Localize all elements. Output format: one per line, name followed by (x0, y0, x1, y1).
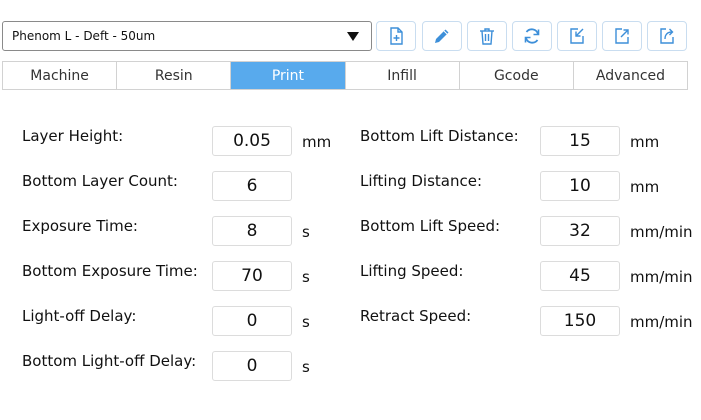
bottom-exposure-time-unit: s (302, 268, 310, 286)
bottom-lift-speed-unit: mm/min (630, 223, 693, 241)
profile-select-value: Phenom L - Deft - 50um (12, 29, 156, 43)
tab-print[interactable]: Print (231, 62, 346, 89)
retract-speed-unit: mm/min (630, 313, 693, 331)
lifting-speed-unit: mm/min (630, 268, 693, 286)
profile-select[interactable]: Phenom L - Deft - 50um (2, 21, 372, 51)
bottom-lift-distance-label: Bottom Lift Distance: (360, 127, 519, 145)
lifting-speed-input[interactable] (540, 261, 620, 291)
export-icon (615, 28, 629, 44)
bottom-light-off-delay-input[interactable] (212, 351, 292, 381)
refresh-button[interactable] (512, 21, 552, 51)
retract-speed-label: Retract Speed: (360, 307, 472, 325)
tab-machine[interactable]: Machine (3, 62, 118, 89)
lifting-distance-input[interactable] (540, 171, 620, 201)
bottom-lift-speed-label: Bottom Lift Speed: (360, 217, 501, 235)
lifting-speed-label: Lifting Speed: (360, 262, 464, 280)
tab-advanced[interactable]: Advanced (573, 62, 688, 89)
import-button[interactable] (557, 21, 597, 51)
add-file-icon (390, 27, 403, 45)
trash-icon (480, 28, 494, 45)
bottom-layer-count-label: Bottom Layer Count: (22, 172, 178, 190)
export-button[interactable] (602, 21, 642, 51)
refresh-icon (524, 28, 540, 44)
bottom-lift-distance-input[interactable] (540, 126, 620, 156)
new-profile-button[interactable] (376, 21, 416, 51)
bottom-exposure-time-label: Bottom Exposure Time: (22, 262, 198, 280)
lifting-distance-unit: mm (630, 178, 660, 196)
retract-speed-input[interactable] (540, 306, 620, 336)
chevron-down-icon[interactable] (347, 32, 359, 41)
light-off-delay-label: Light-off Delay: (22, 307, 137, 325)
bottom-light-off-delay-unit: s (302, 358, 310, 376)
bottom-lift-speed-input[interactable] (540, 216, 620, 246)
edit-profile-button[interactable] (422, 21, 462, 51)
tab-resin[interactable]: Resin (117, 62, 232, 89)
pencil-icon (435, 29, 449, 43)
settings-tabs: Machine Resin Print Infill Gcode Advance… (2, 61, 688, 90)
share-icon (660, 28, 674, 44)
exposure-time-label: Exposure Time: (22, 217, 138, 235)
light-off-delay-input[interactable] (212, 306, 292, 336)
delete-profile-button[interactable] (467, 21, 507, 51)
exposure-time-input[interactable] (212, 216, 292, 246)
bottom-layer-count-input[interactable] (212, 171, 292, 201)
layer-height-label: Layer Height: (22, 127, 124, 145)
lifting-distance-label: Lifting Distance: (360, 172, 483, 190)
bottom-lift-distance-unit: mm (630, 133, 660, 151)
tab-infill[interactable]: Infill (345, 62, 460, 89)
layer-height-unit: mm (302, 133, 332, 151)
share-button[interactable] (647, 21, 687, 51)
layer-height-input[interactable] (212, 126, 292, 156)
bottom-light-off-delay-label: Bottom Light-off Delay: (22, 352, 197, 370)
import-icon (570, 28, 584, 44)
tab-gcode[interactable]: Gcode (459, 62, 574, 89)
exposure-time-unit: s (302, 223, 310, 241)
light-off-delay-unit: s (302, 313, 310, 331)
bottom-exposure-time-input[interactable] (212, 261, 292, 291)
